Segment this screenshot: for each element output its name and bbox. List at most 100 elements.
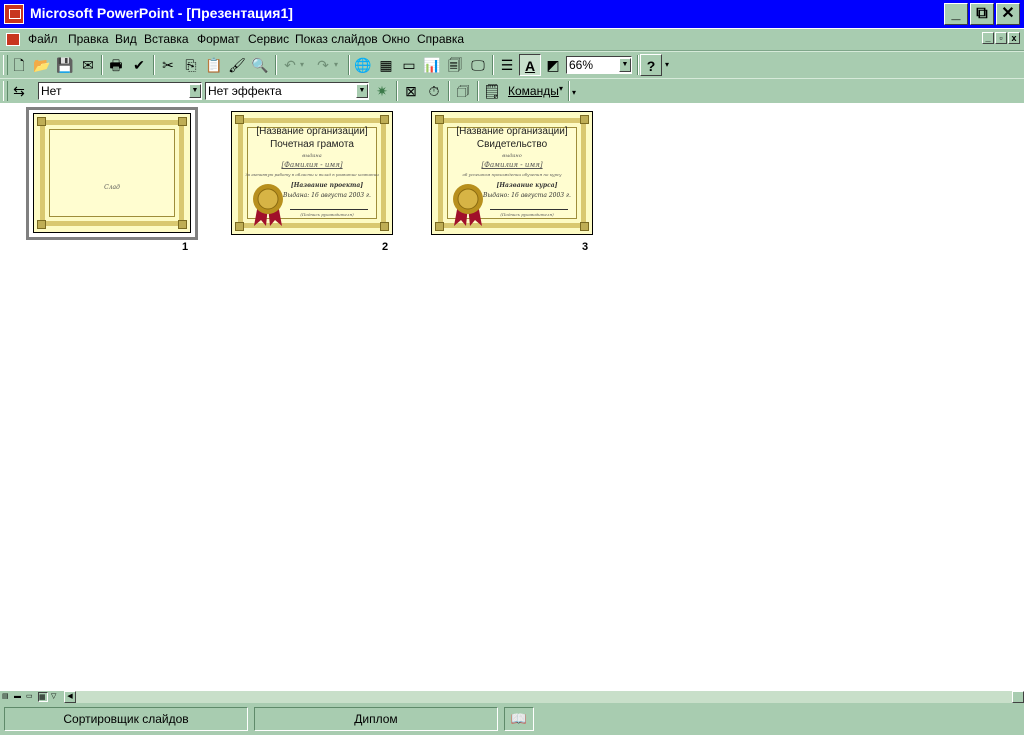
grayscale-icon[interactable]: ◩ [542, 54, 564, 76]
slide-border [40, 120, 184, 226]
slide-thumbnail-1[interactable]: Слад [33, 113, 191, 233]
menu-slideshow[interactable]: Показ слайдов [295, 32, 378, 46]
menu-window[interactable]: Окно [382, 32, 410, 46]
corner-ornament [380, 115, 389, 124]
menu-help[interactable]: Справка [417, 32, 464, 46]
close-button[interactable]: ✕ [996, 3, 1020, 25]
menu-insert[interactable]: Вставка [144, 32, 189, 46]
animation-preview-icon[interactable]: ✷ [371, 80, 393, 102]
horizontal-scrollbar[interactable]: ▤ ▬ ▭ ▦ ▽ ◀ [0, 691, 1024, 703]
new-slide-icon[interactable]: 🗐 [444, 54, 466, 76]
window-title: Microsoft PowerPoint - [Презентация1] [30, 5, 293, 21]
email-icon[interactable]: ✉ [77, 54, 99, 76]
scroll-left-icon[interactable]: ◀ [64, 691, 76, 703]
corner-ornament [178, 220, 187, 229]
rehearse-timings-icon[interactable]: ⏱ [423, 80, 445, 102]
transition-dropdown-icon[interactable]: ▼ [189, 84, 201, 98]
show-formatting-icon[interactable]: A [519, 54, 541, 76]
slide-sorter-toolbar: ⇆ Нет ▼ Нет эффекта ▼ ✷ ⊠ ⏱ 🗇 🗒 Команды … [0, 78, 1024, 104]
spelling-icon[interactable]: ✔ [128, 54, 150, 76]
corner-ornament [235, 222, 244, 231]
menu-file[interactable]: Файл [28, 32, 58, 46]
commands-dropdown-icon[interactable]: ▾ [559, 84, 563, 93]
copy-icon[interactable]: ⎘ [180, 54, 202, 76]
outline-view-icon[interactable]: ▬ [14, 693, 23, 701]
doc-restore-button[interactable]: ▫ [995, 32, 1007, 44]
document-icon[interactable] [6, 33, 20, 46]
separator [568, 81, 570, 101]
commands-menu[interactable]: Команды [508, 84, 559, 98]
status-template-panel[interactable]: Диплом [254, 707, 498, 731]
effect-value: Нет эффекта [208, 84, 282, 98]
award-seal-icon [253, 184, 283, 226]
separator [153, 55, 155, 75]
slide-thumbnail-3[interactable]: [Название организации] Свидетельство выд… [431, 111, 593, 235]
status-bar: Сортировщик слайдов Диплом 📖 [0, 703, 1024, 735]
slide-number-1: 1 [182, 241, 189, 253]
slide-layout-icon[interactable]: 🖵 [467, 54, 489, 76]
menu-format[interactable]: Формат [197, 32, 240, 46]
speaker-notes-icon[interactable]: 🗒 [481, 80, 503, 102]
redo-dropdown-icon[interactable]: ▾ [330, 54, 342, 76]
menu-tools[interactable]: Сервис [248, 32, 289, 46]
menu-edit[interactable]: Правка [68, 32, 109, 46]
transition-combo[interactable]: Нет [38, 82, 202, 100]
status-view-panel: Сортировщик слайдов [4, 707, 248, 731]
separator [448, 81, 450, 101]
insert-table-icon[interactable]: ▭ [398, 54, 420, 76]
hyperlink-icon[interactable]: 🌐 [352, 54, 374, 76]
corner-ornament [37, 117, 46, 126]
slide-thumbnail-2[interactable]: [Название организации] Почетная грамота … [231, 111, 393, 235]
slide-title: Свидетельство [476, 139, 548, 150]
normal-view-icon[interactable]: ▤ [2, 693, 11, 701]
zoom-value: 66% [569, 58, 594, 72]
slide-sorter-view-icon[interactable]: ▦ [38, 692, 48, 702]
separator [275, 55, 277, 75]
standard-toolbar: 🗋 📂 💾 ✉ 🖶 ✔ ✂ ⎘ 📋 🖌 🔍 ↶ ▾ ↷ ▾ 🌐 ▦ ▭ 📊 🗐 … [0, 51, 1024, 79]
corner-ornament [380, 222, 389, 231]
doc-close-button[interactable]: x [1008, 32, 1020, 44]
help-assistant-icon[interactable]: ? [640, 54, 662, 76]
view-buttons: ▤ ▬ ▭ ▦ ▽ [0, 691, 64, 703]
powerpoint-app-icon[interactable] [4, 4, 24, 24]
spelling-status-icon[interactable]: 📖 [504, 707, 534, 731]
slide-transition-icon[interactable]: ⇆ [8, 80, 30, 102]
zoom-dropdown-icon[interactable]: ▼ [619, 58, 631, 72]
expand-all-icon[interactable]: ☰ [496, 54, 518, 76]
corner-ornament [435, 222, 444, 231]
scroll-right-button[interactable] [1012, 691, 1024, 703]
menu-view[interactable]: Вид [115, 32, 137, 46]
open-folder-icon[interactable]: 📂 [31, 54, 53, 76]
toolbar-options-icon[interactable]: ▾ [572, 88, 576, 97]
corner-ornament [580, 115, 589, 124]
menu-bar: Файл Правка Вид Вставка Формат Сервис По… [0, 29, 1024, 51]
hide-slide-icon[interactable]: ⊠ [400, 80, 422, 102]
toolbar-options-icon[interactable]: ▾ [662, 54, 672, 76]
save-icon[interactable]: 💾 [54, 54, 76, 76]
tables-icon[interactable]: ▦ [375, 54, 397, 76]
separator [637, 55, 639, 75]
corner-ornament [580, 222, 589, 231]
undo-dropdown-icon[interactable]: ▾ [296, 54, 308, 76]
slide-org-name: [Название организации] [456, 126, 568, 137]
slide-inner [49, 129, 175, 217]
minimize-button[interactable]: _ [944, 3, 968, 25]
doc-minimize-button[interactable]: _ [982, 32, 994, 44]
slide-view-icon[interactable]: ▭ [26, 693, 35, 701]
separator [101, 55, 103, 75]
summary-slide-icon[interactable]: 🗇 [452, 80, 474, 102]
restore-button[interactable]: ⧉ [970, 3, 994, 25]
paste-icon[interactable]: 📋 [203, 54, 225, 76]
title-bar: Microsoft PowerPoint - [Презентация1] _ … [0, 0, 1024, 28]
separator [348, 55, 350, 75]
effect-combo[interactable]: Нет эффекта [205, 82, 369, 100]
insert-chart-icon[interactable]: 📊 [421, 54, 443, 76]
preview-icon[interactable]: 🔍 [249, 54, 271, 76]
corner-ornament [178, 117, 187, 126]
format-painter-icon[interactable]: 🖌 [226, 54, 248, 76]
print-icon[interactable]: 🖶 [105, 54, 127, 76]
new-document-icon[interactable]: 🗋 [8, 54, 30, 76]
slideshow-view-icon[interactable]: ▽ [51, 693, 60, 701]
cut-icon[interactable]: ✂ [157, 54, 179, 76]
effect-dropdown-icon[interactable]: ▼ [356, 84, 368, 98]
